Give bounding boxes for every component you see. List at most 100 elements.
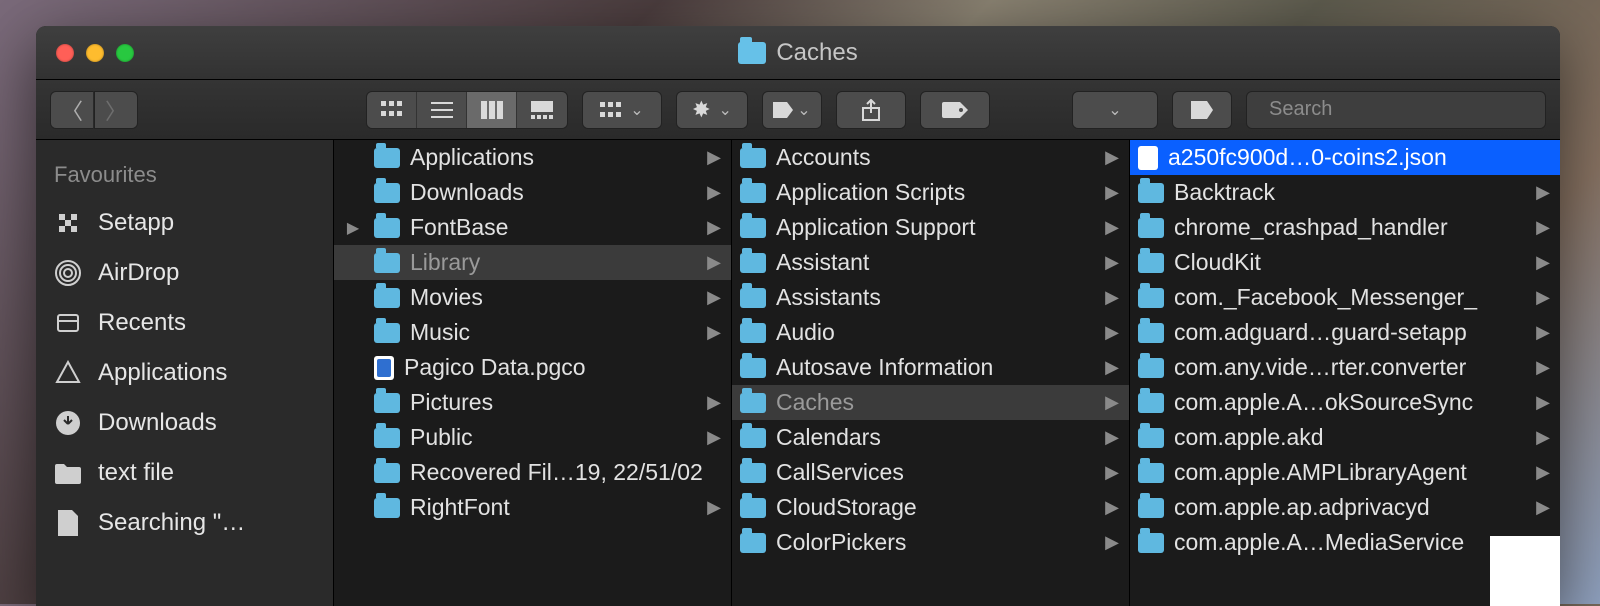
file-row[interactable]: Pictures▶	[334, 385, 731, 420]
sidebar-item-applications[interactable]: Applications	[36, 348, 333, 398]
file-row[interactable]: chrome_crashpad_handler▶	[1130, 210, 1560, 245]
file-row[interactable]: com.apple.AMPLibraryAgent▶	[1130, 455, 1560, 490]
file-row[interactable]: CallServices▶	[732, 455, 1129, 490]
file-row[interactable]: Public ▶	[334, 420, 731, 455]
chevron-right-icon: ▶	[1105, 357, 1119, 378]
file-row[interactable]: Application Support ▶	[732, 210, 1129, 245]
folder-icon	[374, 183, 400, 203]
folder-icon	[740, 288, 766, 308]
folder-icon	[374, 498, 400, 518]
file-row[interactable]: Assistant▶	[732, 245, 1129, 280]
file-row[interactable]: Applications▶	[334, 140, 731, 175]
file-row[interactable]: Library▶	[334, 245, 731, 280]
folder-icon	[740, 323, 766, 343]
file-row[interactable]: Recovered Fil…19, 22/51/02	[334, 455, 731, 490]
back-button[interactable]: 〈	[50, 91, 94, 129]
search-input[interactable]	[1269, 98, 1534, 121]
minimize-window-button[interactable]	[86, 44, 104, 62]
file-row[interactable]: Autosave Information▶	[732, 350, 1129, 385]
file-row[interactable]: Application Scripts▶	[732, 175, 1129, 210]
column-browser: Applications▶Downloads▶▶FontBase▶Library…	[334, 140, 1560, 606]
recents-icon	[54, 311, 82, 335]
list-view-button[interactable]	[417, 92, 467, 128]
chevron-right-icon: ▶	[707, 287, 721, 308]
folder-icon	[374, 463, 400, 483]
item-menu-button[interactable]: ⌄	[762, 91, 822, 129]
column-1: Accounts▶Application Scripts▶Application…	[732, 140, 1130, 606]
file-row[interactable]: ColorPickers▶	[732, 525, 1129, 560]
group-by-button[interactable]: ⌄	[582, 91, 662, 129]
chevron-down-icon: ⌄	[797, 100, 810, 120]
chevron-right-icon: ▶	[1536, 217, 1550, 238]
file-row[interactable]: com._Facebook_Messenger_▶	[1130, 280, 1560, 315]
folder-icon	[374, 288, 400, 308]
file-name: Applications	[410, 144, 697, 171]
file-name: RightFont	[410, 494, 697, 521]
file-name: Application Support	[776, 214, 1095, 241]
close-window-button[interactable]	[56, 44, 74, 62]
file-name: Public	[410, 424, 697, 451]
file-row[interactable]: ▶FontBase▶	[334, 210, 731, 245]
file-row[interactable]: Movies ▶	[334, 280, 731, 315]
sidebar-item-label: Downloads	[98, 409, 315, 437]
sidebar-item-label: Applications	[98, 359, 315, 387]
file-row[interactable]: Downloads▶	[334, 175, 731, 210]
file-row[interactable]: Assistants▶	[732, 280, 1129, 315]
folder-icon	[1138, 253, 1164, 273]
sidebar-item-text-file[interactable]: text file	[36, 448, 333, 498]
file-row[interactable]: Caches▶	[732, 385, 1129, 420]
sidebar-item-airdrop[interactable]: AirDrop	[36, 248, 333, 298]
file-row[interactable]: a250fc900d…0-coins2.json	[1130, 140, 1560, 175]
chevron-right-icon: ▶	[1105, 217, 1119, 238]
file-name: Caches	[776, 389, 1095, 416]
window-title: Caches	[776, 39, 857, 67]
folder-icon	[740, 533, 766, 553]
file-row[interactable]: Audio▶	[732, 315, 1129, 350]
folder-icon	[374, 148, 400, 168]
chevron-down-icon: ⌄	[1108, 100, 1121, 120]
preview-icon	[1191, 101, 1213, 119]
file-row[interactable]: com.apple.ap.adprivacyd▶	[1130, 490, 1560, 525]
chevron-right-icon: ▶	[707, 427, 721, 448]
chevron-right-icon: ▶	[1536, 427, 1550, 448]
file-row[interactable]: com.apple.A…okSourceSync▶	[1130, 385, 1560, 420]
zoom-window-button[interactable]	[116, 44, 134, 62]
action-menu-button[interactable]: ✸ ⌄	[676, 91, 748, 129]
gallery-view-button[interactable]	[517, 92, 567, 128]
file-row[interactable]: com.apple.akd▶	[1130, 420, 1560, 455]
sidebar-item-downloads[interactable]: Downloads	[36, 398, 333, 448]
file-row[interactable]: RightFont ▶	[334, 490, 731, 525]
label-icon	[773, 102, 793, 118]
icon-view-button[interactable]	[367, 92, 417, 128]
file-row[interactable]: Calendars▶	[732, 420, 1129, 455]
nav-buttons: 〈 〉	[50, 91, 138, 129]
folder-icon	[1138, 428, 1164, 448]
file-name: Movies	[410, 284, 697, 311]
file-name: com.adguard…guard-setapp	[1174, 319, 1526, 346]
file-row[interactable]: Pagico Data.pgco	[334, 350, 731, 385]
document-icon	[374, 356, 394, 380]
dropdown-button[interactable]: ⌄	[1072, 91, 1158, 129]
sidebar-item-recents[interactable]: Recents	[36, 298, 333, 348]
file-row[interactable]: com.adguard…guard-setapp▶	[1130, 315, 1560, 350]
folder-icon	[374, 428, 400, 448]
file-row[interactable]: CloudStorage▶	[732, 490, 1129, 525]
sidebar-item-searching-[interactable]: Searching "…	[36, 498, 333, 548]
file-row[interactable]: CloudKit▶	[1130, 245, 1560, 280]
sidebar-item-setapp[interactable]: Setapp	[36, 198, 333, 248]
folder-icon	[740, 218, 766, 238]
chevron-right-icon: ▶	[1105, 322, 1119, 343]
chevron-right-icon: ▶	[707, 497, 721, 518]
file-name: CloudStorage	[776, 494, 1095, 521]
file-name: Music	[410, 319, 697, 346]
share-button[interactable]	[836, 91, 906, 129]
file-row[interactable]: com.any.vide…rter.converter▶	[1130, 350, 1560, 385]
edit-tags-button[interactable]	[920, 91, 990, 129]
search-field[interactable]	[1246, 91, 1546, 129]
preview-toggle-button[interactable]	[1172, 91, 1232, 129]
column-view-button[interactable]	[467, 92, 517, 128]
file-row[interactable]: Accounts▶	[732, 140, 1129, 175]
file-row[interactable]: Backtrack▶	[1130, 175, 1560, 210]
forward-button[interactable]: 〉	[94, 91, 138, 129]
file-row[interactable]: Music▶	[334, 315, 731, 350]
